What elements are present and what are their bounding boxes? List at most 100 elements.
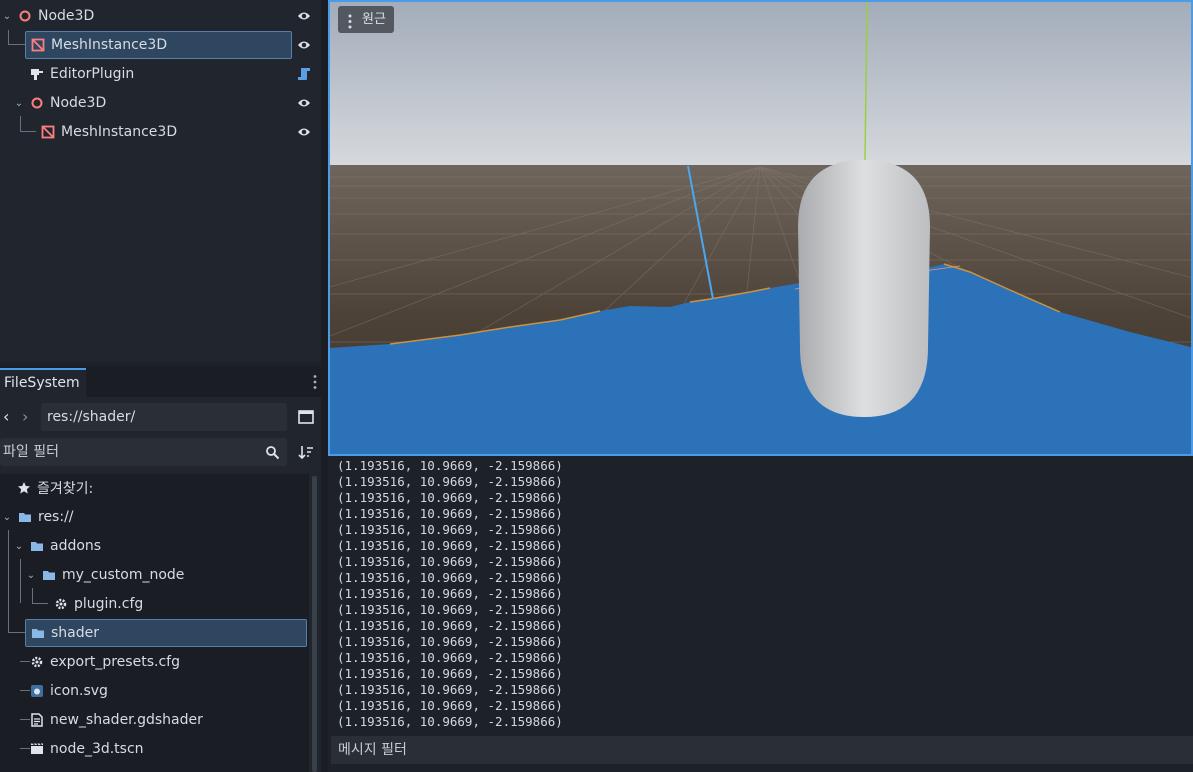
output-line: (1.193516, 10.9669, -2.159866)	[337, 714, 563, 729]
visibility-eye-icon[interactable]	[297, 38, 311, 52]
output-log[interactable]: (1.193516, 10.9669, -2.159866) (1.193516,…	[331, 461, 1193, 731]
meshinstance-icon	[41, 125, 55, 139]
filesystem-tree: 즐겨찾기: ⌄ res:// ⌄ addons ⌄ my_custom_node…	[0, 474, 309, 772]
dock-menu-icon[interactable]	[313, 374, 317, 390]
kebab-menu-icon	[348, 12, 352, 29]
output-line: (1.193516, 10.9669, -2.159866)	[337, 474, 563, 489]
fs-item-label: my_custom_node	[62, 567, 185, 583]
filesystem-scrollbar[interactable]	[312, 476, 317, 772]
tree-guide	[20, 690, 30, 691]
fs-item-my-custom-node[interactable]: ⌄ my_custom_node	[24, 561, 304, 589]
tree-guide	[8, 530, 9, 632]
fs-item-label: 즐겨찾기:	[37, 481, 94, 497]
scene-tree-panel: ⌄ Node3D MeshInstance3D EditorPlugin ⌄ N…	[0, 0, 321, 362]
tree-guide	[8, 632, 25, 633]
fs-item-node-3d-tscn[interactable]: node_3d.tscn	[30, 735, 300, 763]
output-line: (1.193516, 10.9669, -2.159866)	[337, 618, 563, 633]
chevron-down-icon[interactable]: ⌄	[12, 541, 26, 552]
output-line: (1.193516, 10.9669, -2.159866)	[337, 554, 563, 569]
fs-item-label: node_3d.tscn	[50, 741, 144, 757]
gear-file-icon	[31, 656, 43, 668]
tree-guide	[20, 719, 30, 720]
sky	[330, 2, 1191, 170]
scene-file-icon	[31, 743, 43, 754]
chevron-down-icon[interactable]: ⌄	[0, 512, 14, 523]
folder-icon	[31, 542, 43, 551]
text-file-icon	[31, 713, 43, 727]
search-icon	[265, 445, 280, 460]
view-perspective-button[interactable]: 원근	[338, 6, 394, 33]
visibility-eye-icon[interactable]	[297, 125, 311, 139]
chevron-down-icon[interactable]: ⌄	[0, 11, 14, 22]
output-line: (1.193516, 10.9669, -2.159866)	[337, 461, 563, 473]
tab-filesystem[interactable]: FileSystem	[0, 368, 86, 397]
capsule-mesh	[798, 160, 930, 417]
message-filter-input[interactable]: 메시지 필터	[331, 736, 1193, 764]
star-icon	[18, 482, 30, 494]
meshinstance-icon	[31, 38, 45, 52]
scene-node-meshinstance3d-child[interactable]: MeshInstance3D	[36, 118, 292, 146]
tree-guide	[20, 661, 30, 662]
visibility-eye-icon[interactable]	[297, 9, 311, 23]
chevron-down-icon[interactable]: ⌄	[12, 98, 26, 109]
output-line: (1.193516, 10.9669, -2.159866)	[337, 650, 563, 665]
scene-node-node3d-root[interactable]: ⌄ Node3D	[0, 2, 321, 30]
tree-guide	[20, 131, 36, 132]
scene-node-label: Node3D	[38, 8, 95, 24]
output-line: (1.193516, 10.9669, -2.159866)	[337, 538, 563, 553]
dock-splitter[interactable]	[321, 0, 328, 772]
output-line: (1.193516, 10.9669, -2.159866)	[337, 570, 563, 585]
tree-guide	[20, 559, 21, 603]
scene-node-node3d-child[interactable]: ⌄ Node3D	[12, 89, 292, 117]
fs-item-label: shader	[51, 625, 100, 641]
output-line: (1.193516, 10.9669, -2.159866)	[337, 634, 563, 649]
output-line: (1.193516, 10.9669, -2.159866)	[337, 698, 563, 713]
fs-item-new-shader[interactable]: new_shader.gdshader	[30, 706, 300, 734]
output-line: (1.193516, 10.9669, -2.159866)	[337, 602, 563, 617]
tree-guide	[20, 116, 21, 132]
forward-arrow-icon[interactable]: ›	[22, 408, 32, 426]
chevron-down-icon[interactable]: ⌄	[24, 570, 38, 581]
back-arrow-icon[interactable]: ‹	[3, 408, 13, 426]
folder-icon	[32, 629, 44, 638]
sort-icon[interactable]	[298, 444, 314, 460]
tree-guide	[8, 30, 9, 45]
fs-item-export-presets[interactable]: export_presets.cfg	[30, 648, 300, 676]
fs-item-icon-svg[interactable]: icon.svg	[30, 677, 300, 705]
fs-item-label: icon.svg	[50, 683, 108, 699]
favorites-item[interactable]: 즐겨찾기:	[17, 474, 297, 502]
scene-node-label: Node3D	[50, 95, 107, 111]
tree-guide	[32, 588, 33, 604]
view-perspective-label: 원근	[362, 12, 386, 27]
fs-item-res[interactable]: ⌄ res://	[0, 503, 300, 531]
3d-viewport[interactable]	[328, 0, 1193, 456]
visibility-eye-icon[interactable]	[297, 96, 311, 110]
output-line: (1.193516, 10.9669, -2.159866)	[337, 522, 563, 537]
scene-node-label: MeshInstance3D	[61, 124, 178, 140]
path-input[interactable]: res://shader/	[41, 403, 287, 431]
fs-item-label: new_shader.gdshader	[50, 712, 203, 728]
editorplugin-icon	[31, 69, 43, 80]
scene-node-editorplugin[interactable]: EditorPlugin	[25, 60, 292, 88]
output-lines: (1.193516, 10.9669, -2.159866) (1.193516,…	[331, 461, 1193, 730]
fs-item-plugin-cfg[interactable]: plugin.cfg	[54, 590, 304, 618]
fs-item-label: export_presets.cfg	[50, 654, 180, 670]
output-line: (1.193516, 10.9669, -2.159866)	[337, 682, 563, 697]
file-filter-input[interactable]: 파일 필터	[0, 438, 287, 466]
fs-item-label: res://	[38, 509, 74, 525]
fs-item-label: addons	[50, 538, 102, 554]
node3d-icon	[31, 97, 43, 109]
fs-item-addons[interactable]: ⌄ addons	[12, 532, 302, 560]
split-view-icon[interactable]	[298, 409, 314, 425]
node3d-icon	[19, 10, 31, 22]
fs-item-shader[interactable]: shader	[25, 619, 307, 647]
viewport-scene	[330, 2, 1191, 454]
scene-node-meshinstance3d[interactable]: MeshInstance3D	[25, 31, 292, 59]
folder-icon	[43, 571, 55, 580]
output-line: (1.193516, 10.9669, -2.159866)	[337, 586, 563, 601]
script-icon[interactable]	[297, 67, 311, 81]
image-file-icon	[31, 685, 43, 697]
tree-guide	[20, 748, 30, 749]
gear-file-icon	[55, 598, 67, 610]
fs-item-label: plugin.cfg	[74, 596, 144, 612]
